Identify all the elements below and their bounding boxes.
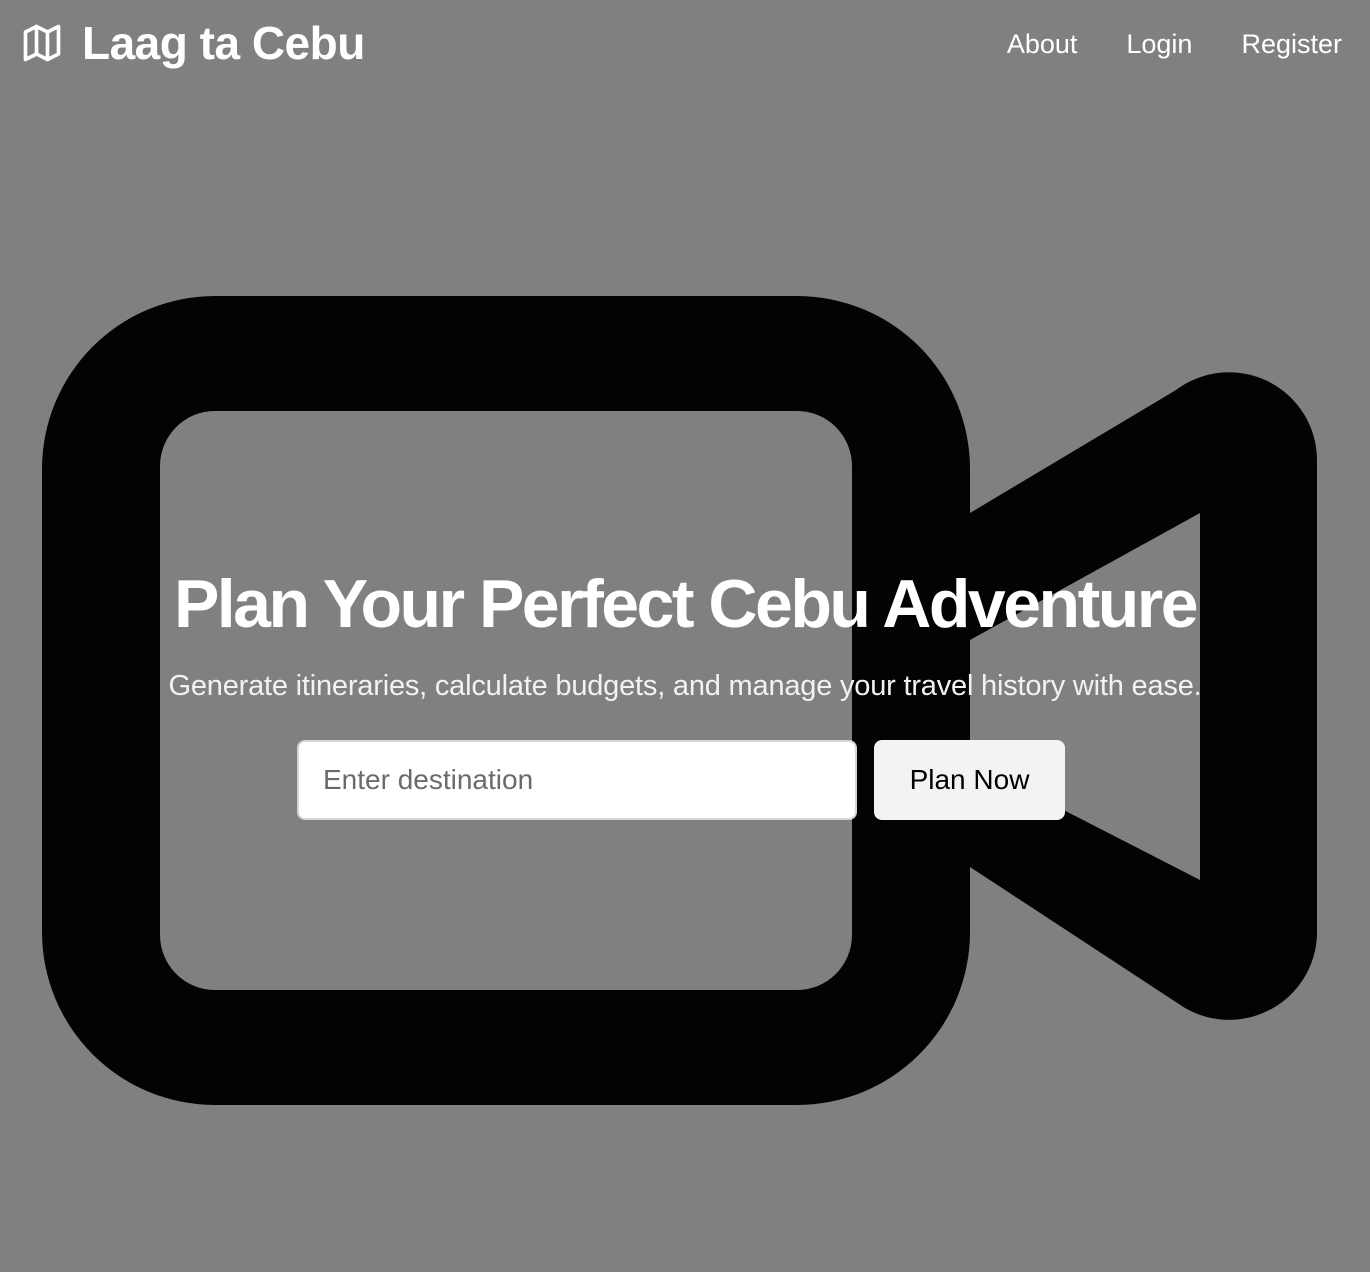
nav-link-register[interactable]: Register	[1241, 22, 1342, 66]
hero-subtitle: Generate itineraries, calculate budgets,…	[168, 670, 1202, 702]
map-icon	[20, 21, 64, 65]
hero-headline: Plan Your Perfect Cebu Adventure	[173, 566, 1199, 642]
destination-input[interactable]	[297, 740, 857, 820]
nav-links: About Login Register	[958, 22, 1342, 66]
plan-now-button[interactable]: Plan Now	[874, 740, 1065, 820]
nav-link-login[interactable]: Login	[1126, 22, 1192, 66]
destination-search-form: Plan Now	[297, 740, 1065, 820]
nav-link-about[interactable]: About	[1007, 22, 1078, 66]
hero-section: Plan Your Perfect Cebu Adventure Generat…	[0, 560, 1370, 704]
brand-link[interactable]: Laag ta Cebu	[20, 18, 365, 68]
brand-title: Laag ta Cebu	[82, 17, 365, 69]
navbar: Laag ta Cebu About Login Register	[0, 0, 1370, 88]
